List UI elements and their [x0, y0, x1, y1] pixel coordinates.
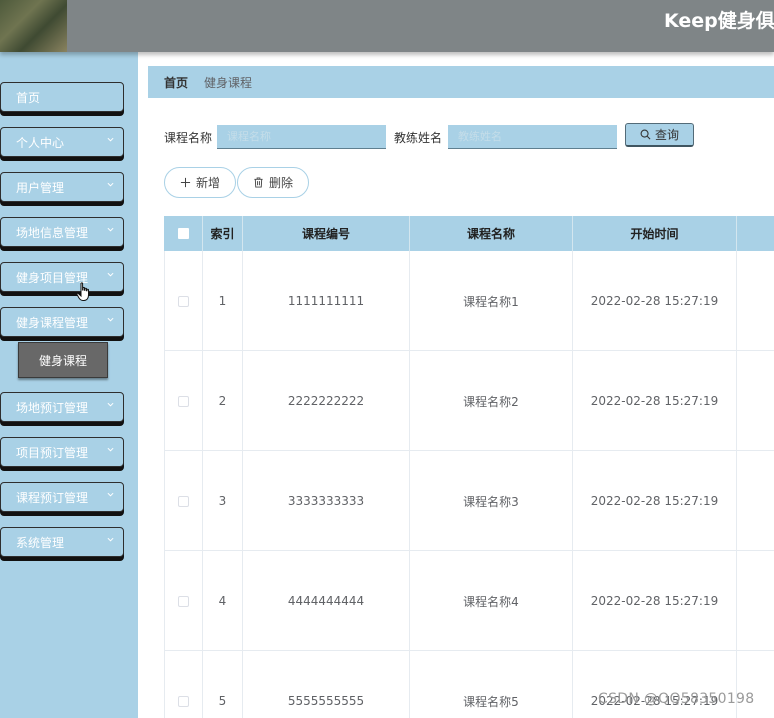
sidebar-item-fitness-project[interactable]: 健身项目管理: [0, 262, 124, 292]
cell-index: 2: [203, 351, 243, 451]
chevron-down-icon: [107, 446, 114, 453]
row-select-cell: [164, 651, 203, 718]
chevron-down-icon: [107, 136, 114, 143]
row-select-cell: [164, 551, 203, 651]
delete-button-label: 删除: [268, 176, 293, 190]
table-row: 1 1111111111 课程名称1 2022-02-28 15:27:19: [164, 251, 774, 351]
sidebar-item-user-management[interactable]: 用户管理: [0, 172, 124, 202]
search-icon: [640, 129, 651, 140]
cell-start-time: 2022-02-28 15:27:19: [573, 251, 737, 351]
chevron-down-icon: [107, 181, 114, 188]
cell-index: 5: [203, 651, 243, 718]
delete-button[interactable]: 删除: [237, 167, 309, 198]
sidebar: 首页 个人中心 用户管理 场地信息管理 健身项目管理 健身课程管理 健身课程 场…: [0, 52, 138, 718]
query-button-label: 查询: [654, 128, 679, 142]
watermark: CSDN @QQ58350198: [598, 691, 755, 707]
add-button-label: 新增: [195, 176, 220, 190]
row-checkbox[interactable]: [177, 595, 189, 607]
cell-code: 4444444444: [243, 551, 410, 651]
add-button[interactable]: 新增: [164, 167, 236, 198]
sidebar-item-personal-center[interactable]: 个人中心: [0, 127, 124, 157]
cell-start-time: 2022-02-28 15:27:19: [573, 651, 737, 718]
table-row: 3 3333333333 课程名称3 2022-02-28 15:27:19: [164, 451, 774, 551]
cell-start-time: 2022-02-28 15:27:19: [573, 451, 737, 551]
chevron-down-icon: [107, 401, 114, 408]
sidebar-item-label: 系统管理: [16, 535, 65, 550]
plus-icon: [180, 177, 191, 188]
sidebar-item-label: 项目预订管理: [16, 445, 89, 460]
sidebar-subitem-label: 健身课程: [38, 353, 87, 368]
cell-name: 课程名称4: [410, 551, 573, 651]
row-checkbox[interactable]: [177, 395, 189, 407]
coach-name-label: 教练姓名: [394, 131, 443, 145]
cell-start-time: 2022-02-28 15:27:19: [573, 551, 737, 651]
table-row: 5 5555555555 课程名称5 2022-02-28 15:27:19: [164, 651, 774, 718]
cell-code: 5555555555: [243, 651, 410, 718]
breadcrumb-home[interactable]: 首页: [164, 74, 188, 91]
row-checkbox[interactable]: [177, 295, 189, 307]
app-title: Keep健身俱乐: [664, 10, 774, 32]
column-header-more: [737, 216, 774, 251]
cell-start-time: 2022-02-28 15:27:19: [573, 351, 737, 451]
table-row: 4 4444444444 课程名称4 2022-02-28 15:27:19: [164, 551, 774, 651]
cell-code: 1111111111: [243, 251, 410, 351]
select-all-checkbox[interactable]: [177, 228, 189, 239]
sidebar-item-system-management[interactable]: 系统管理: [0, 527, 124, 557]
trash-icon: [254, 177, 263, 188]
hand-cursor-icon: [76, 282, 89, 301]
row-checkbox[interactable]: [177, 495, 189, 507]
chevron-down-icon: [107, 271, 114, 278]
course-name-input[interactable]: 课程名称: [217, 125, 386, 149]
header-logo-image: [0, 0, 67, 52]
cell-index: 3: [203, 451, 243, 551]
cell-code: 2222222222: [243, 351, 410, 451]
cell-name: 课程名称2: [410, 351, 573, 451]
row-select-cell: [164, 451, 203, 551]
column-header-index[interactable]: 索引: [203, 216, 243, 251]
query-button[interactable]: 查询: [625, 123, 694, 147]
course-name-label: 课程名称: [164, 131, 213, 145]
sidebar-item-label: 用户管理: [16, 180, 65, 195]
cell-index: 4: [203, 551, 243, 651]
chevron-down-icon: [107, 536, 114, 543]
chevron-down-icon: [107, 491, 114, 498]
sidebar-item-venue-info[interactable]: 场地信息管理: [0, 217, 124, 247]
sidebar-item-label: 场地预订管理: [16, 400, 89, 415]
table-header: 索引 课程编号 课程名称 开始时间: [164, 216, 774, 251]
breadcrumb: 首页 健身课程: [148, 66, 774, 98]
column-header-name[interactable]: 课程名称: [410, 216, 573, 251]
row-select-cell: [164, 351, 203, 451]
row-checkbox[interactable]: [177, 695, 189, 707]
cell-code: 3333333333: [243, 451, 410, 551]
chevron-down-icon: [107, 226, 114, 233]
sidebar-item-venue-booking[interactable]: 场地预订管理: [0, 392, 124, 422]
sidebar-item-label: 场地信息管理: [16, 225, 89, 240]
cell-name: 课程名称1: [410, 251, 573, 351]
sidebar-item-home[interactable]: 首页: [0, 82, 124, 112]
breadcrumb-current: 健身课程: [204, 75, 253, 90]
sidebar-item-label: 课程预订管理: [16, 490, 89, 505]
cell-name: 课程名称3: [410, 451, 573, 551]
sidebar-item-project-booking[interactable]: 项目预订管理: [0, 437, 124, 467]
column-header-code[interactable]: 课程编号: [243, 216, 410, 251]
top-header: Keep健身俱乐: [0, 0, 774, 52]
table-row: 2 2222222222 课程名称2 2022-02-28 15:27:19: [164, 351, 774, 451]
sidebar-item-label: 健身课程管理: [16, 315, 89, 330]
sidebar-subitem-fitness-course[interactable]: 健身课程: [18, 342, 108, 378]
sidebar-item-label: 个人中心: [16, 135, 65, 150]
select-all-cell: [164, 216, 203, 251]
sidebar-item-course-booking[interactable]: 课程预订管理: [0, 482, 124, 512]
coach-name-input[interactable]: 教练姓名: [448, 125, 617, 149]
cell-name: 课程名称5: [410, 651, 573, 718]
chevron-down-icon: [107, 316, 114, 323]
course-table: 索引 课程编号 课程名称 开始时间 1 1111111111 课程名称1 202…: [164, 216, 774, 718]
cell-index: 1: [203, 251, 243, 351]
sidebar-item-label: 首页: [16, 90, 41, 105]
row-select-cell: [164, 251, 203, 351]
column-header-start-time[interactable]: 开始时间: [573, 216, 737, 251]
sidebar-item-fitness-course[interactable]: 健身课程管理: [0, 307, 124, 337]
